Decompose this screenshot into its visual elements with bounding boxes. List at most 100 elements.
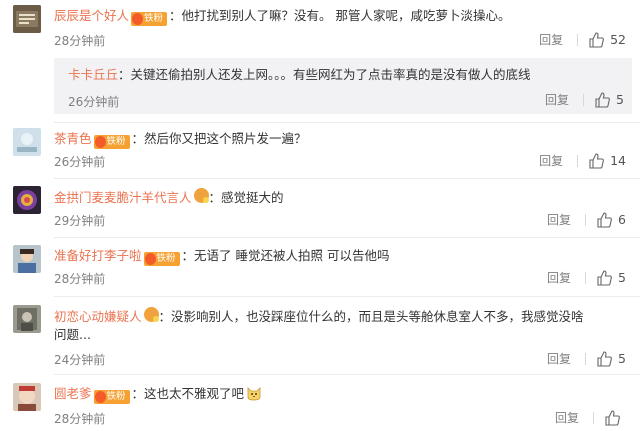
thumb-up-icon[interactable] bbox=[596, 269, 612, 286]
comment-divider bbox=[54, 237, 640, 238]
thumb-up-icon[interactable] bbox=[596, 211, 612, 228]
sub-reply-text: ：关键还偷拍别人还发上网。。。有些网红为了点击率真的是没有做人的底线 bbox=[118, 67, 531, 82]
comment-actions: 回复 5 bbox=[547, 350, 626, 367]
avatar[interactable] bbox=[13, 186, 41, 214]
comment-text-line: 准备好打李子啦 铁粉 ：无语了 睡觉还被人拍照 可以告他吗 bbox=[54, 247, 389, 266]
comment-text-line: 辰辰是个好人 铁粉 ：他打扰到别人了嘛？没有。 那管人家呢，咸吃萝卜淡操心。 bbox=[54, 7, 511, 26]
fan-badge-label: 铁粉 bbox=[156, 253, 176, 264]
avatar-image bbox=[13, 186, 41, 214]
thumb-up-icon[interactable] bbox=[604, 409, 620, 426]
fan-badge-label: 铁粉 bbox=[106, 391, 126, 402]
reply-button[interactable]: 回复 bbox=[555, 409, 579, 426]
comment-text-line: 初恋心动嫌疑人 ：没影响别人，也没踩座位什么的，而且是头等舱休息室人不多，我感觉没… bbox=[54, 307, 584, 325]
username-link[interactable]: 圆老爹 bbox=[54, 386, 92, 401]
fan-badge: 铁粉 bbox=[143, 252, 180, 266]
comment-text-line: 圆老爹 铁粉 ：这也太不雅观了吧 bbox=[54, 385, 262, 404]
avatar-image bbox=[13, 5, 41, 33]
comment-actions: 回复 14 bbox=[539, 152, 626, 169]
fan-badge: 铁粉 bbox=[131, 12, 168, 26]
avatar[interactable] bbox=[13, 128, 41, 156]
comment-item: 金拱门麦麦脆汁羊代言人 ：感觉挺大的 29分钟前 回复 6 bbox=[0, 181, 640, 235]
reply-button[interactable]: 回复 bbox=[539, 152, 563, 169]
comment-item: 辰辰是个好人 铁粉 ：他打扰到别人了嘛？没有。 那管人家呢，咸吃萝卜淡操心。 28分… bbox=[0, 0, 640, 121]
sub-reply-text-line: 卡卡丘丘：关键还偷拍别人还发上网。。。有些网红为了点击率真的是没有做人的底线 bbox=[68, 64, 531, 83]
like-count: 14 bbox=[610, 153, 626, 168]
comment-divider bbox=[54, 374, 640, 375]
comment-text: ：无语了 睡觉还被人拍照 可以告他吗 bbox=[181, 248, 390, 263]
thumb-up-icon[interactable] bbox=[596, 350, 612, 367]
comment-time: 28分钟前 bbox=[54, 34, 106, 48]
comment-item: 准备好打李子啦 铁粉 ：无语了 睡觉还被人拍照 可以告他吗 28分钟前 回复 5 bbox=[0, 240, 640, 294]
avatar-image bbox=[13, 305, 41, 333]
avatar[interactable] bbox=[13, 305, 41, 333]
comment-text: 问题... bbox=[54, 327, 91, 342]
comment-text: ：没影响别人，也没踩座位什么的，而且是头等舱休息室人不多，我感觉没啥 bbox=[158, 309, 584, 324]
fan-badge-label: 铁粉 bbox=[106, 136, 126, 147]
like-count: 52 bbox=[610, 32, 626, 47]
thumb-up-icon[interactable] bbox=[594, 91, 610, 108]
comment-actions: 回复 5 bbox=[547, 269, 626, 286]
thumb-up-icon[interactable] bbox=[588, 152, 604, 169]
comment-text: ：这也太不雅观了吧 bbox=[131, 386, 245, 401]
action-divider bbox=[583, 93, 585, 106]
comment-actions: 回复 6 bbox=[547, 211, 626, 228]
like-count: 5 bbox=[618, 270, 626, 285]
thumb-up-icon[interactable] bbox=[588, 31, 604, 48]
reply-button[interactable]: 回复 bbox=[547, 211, 571, 228]
comment-text-continuation: 问题... bbox=[54, 326, 91, 343]
avatar[interactable] bbox=[13, 245, 41, 273]
comment-text-line: 金拱门麦麦脆汁羊代言人 ：感觉挺大的 bbox=[54, 188, 284, 206]
sub-reply-username-link[interactable]: 卡卡丘丘 bbox=[68, 67, 118, 82]
avatar-image bbox=[13, 245, 41, 273]
username-link[interactable]: 初恋心动嫌疑人 bbox=[54, 309, 142, 324]
fan-badge-icon bbox=[94, 136, 106, 148]
action-divider bbox=[577, 154, 579, 167]
sub-reply-time: 26分钟前 bbox=[68, 95, 120, 109]
action-divider bbox=[577, 33, 579, 46]
username-link[interactable]: 金拱门麦麦脆汁羊代言人 bbox=[54, 190, 192, 205]
comment-text-line: 茶青色 铁粉 ：然后你又把这个照片发一遍？ bbox=[54, 130, 307, 149]
fan-badge-icon bbox=[132, 13, 144, 25]
comment-time: 24分钟前 bbox=[54, 353, 106, 367]
action-divider bbox=[585, 271, 587, 284]
fan-badge-label: 铁粉 bbox=[144, 13, 164, 24]
comment-item: 茶青色 铁粉 ：然后你又把这个照片发一遍？ 26分钟前 回复 14 bbox=[0, 123, 640, 177]
avatar[interactable] bbox=[13, 383, 41, 411]
comment-time: 28分钟前 bbox=[54, 412, 106, 426]
comment-item: 圆老爹 铁粉 ：这也太不雅观了吧 28分钟前 回复 bbox=[0, 378, 640, 431]
member-badge-icon bbox=[193, 188, 209, 203]
username-link[interactable]: 辰辰是个好人 bbox=[54, 8, 129, 23]
cat-face-emoji-icon bbox=[247, 387, 261, 401]
reply-button[interactable]: 回复 bbox=[539, 31, 563, 48]
username-link[interactable]: 准备好打李子啦 bbox=[54, 248, 142, 263]
sub-reply-actions: 回复 5 bbox=[545, 91, 624, 108]
action-divider bbox=[593, 411, 594, 424]
comment-text: ：他打扰到别人了嘛？没有。 那管人家呢，咸吃萝卜淡操心。 bbox=[169, 8, 511, 23]
comment-time: 28分钟前 bbox=[54, 272, 106, 286]
sub-reply-button[interactable]: 回复 bbox=[545, 91, 569, 108]
comment-actions: 回复 bbox=[555, 409, 626, 426]
avatar-image bbox=[13, 383, 41, 411]
comment-divider bbox=[54, 178, 640, 179]
reply-button[interactable]: 回复 bbox=[547, 350, 571, 367]
avatar-image bbox=[13, 128, 41, 156]
comment-text: ：感觉挺大的 bbox=[208, 190, 284, 205]
like-count: 6 bbox=[618, 212, 626, 227]
comment-divider bbox=[54, 296, 640, 297]
username-link[interactable]: 茶青色 bbox=[54, 131, 92, 146]
comment-actions: 回复 52 bbox=[539, 31, 626, 48]
sub-reply: 卡卡丘丘：关键还偷拍别人还发上网。。。有些网红为了点击率真的是没有做人的底线 2… bbox=[54, 58, 632, 114]
avatar[interactable] bbox=[13, 5, 41, 33]
comment-list: 辰辰是个好人 铁粉 ：他打扰到别人了嘛？没有。 那管人家呢，咸吃萝卜淡操心。 28分… bbox=[0, 0, 640, 431]
comment-time: 26分钟前 bbox=[54, 155, 106, 169]
fan-badge-icon bbox=[144, 253, 156, 265]
action-divider bbox=[585, 352, 587, 365]
fan-badge-icon bbox=[94, 391, 106, 403]
reply-button[interactable]: 回复 bbox=[547, 269, 571, 286]
member-badge-icon bbox=[143, 307, 159, 322]
sub-reply-like-count: 5 bbox=[616, 92, 624, 107]
action-divider bbox=[585, 213, 587, 226]
like-count: 5 bbox=[618, 351, 626, 366]
comment-text: ：然后你又把这个照片发一遍？ bbox=[131, 131, 307, 146]
fan-badge: 铁粉 bbox=[93, 390, 130, 404]
